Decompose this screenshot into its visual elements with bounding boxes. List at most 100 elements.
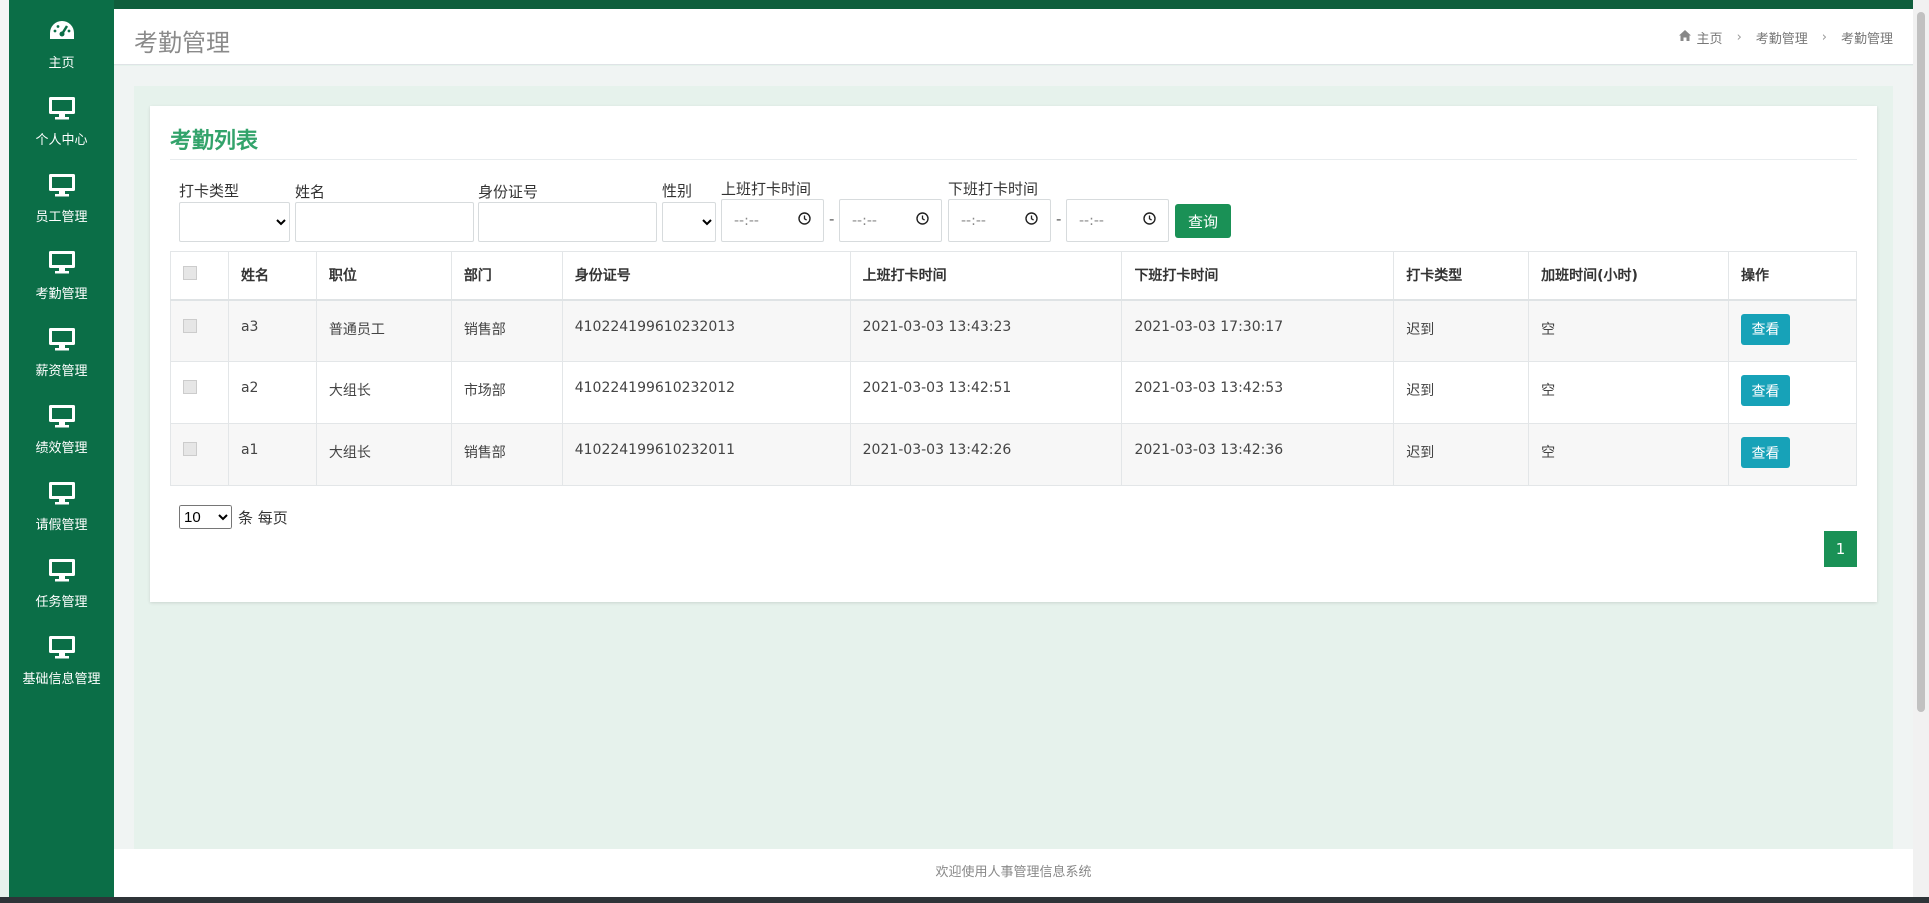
id-number-input[interactable] — [478, 202, 657, 242]
cell-overtime: 空 — [1528, 299, 1729, 362]
top-bar — [0, 0, 1929, 9]
monitor-icon — [46, 401, 78, 431]
breadcrumb-home-link[interactable]: 主页 — [1697, 28, 1723, 47]
cell-position: 普通员工 — [315, 299, 452, 362]
sidebar-item-performance[interactable]: 绩效管理 — [9, 385, 114, 462]
checkout-end-time-input[interactable]: --:-- — [1066, 199, 1169, 242]
page-title: 考勤管理 — [134, 29, 230, 57]
checkout-time-label: 下班打卡时间 — [948, 180, 1039, 198]
cell-actions: 查看 — [1727, 299, 1858, 362]
time-placeholder: --:-- — [734, 212, 759, 229]
os-taskbar — [0, 897, 1929, 903]
column-header[interactable]: 姓名 — [227, 251, 317, 301]
time-placeholder: --:-- — [961, 212, 986, 229]
monitor-icon — [46, 247, 78, 277]
gender-label: 性别 — [662, 182, 693, 200]
cell-department: 市场部 — [450, 361, 563, 424]
cell-id-number: 410224199610232012 — [561, 361, 851, 424]
cell-name: a1 — [227, 423, 317, 486]
cell-checkout-time: 2021-03-03 13:42:36 — [1121, 423, 1395, 486]
attendance-table: 姓名 职位 部门 身份证号 上班打卡时间 下班打卡时间 打卡类型 加班时间(小时… — [170, 251, 1858, 486]
cell-checkin-time: 2021-03-03 13:43:23 — [849, 299, 1123, 362]
column-header[interactable]: 加班时间(小时) — [1528, 251, 1729, 301]
select-all-checkbox[interactable] — [183, 266, 197, 281]
checkin-start-time-input[interactable]: --:-- — [721, 199, 824, 242]
cell-overtime: 空 — [1528, 423, 1729, 486]
cell-checkout-time: 2021-03-03 17:30:17 — [1121, 299, 1395, 362]
row-select-cell — [170, 423, 229, 486]
view-button[interactable]: 查看 — [1740, 437, 1790, 468]
range-dash: - — [1056, 210, 1062, 228]
cell-punch-type: 迟到 — [1393, 361, 1530, 424]
breadcrumb-separator-icon: › — [1736, 30, 1742, 45]
sidebar-item-salary[interactable]: 薪资管理 — [9, 308, 114, 385]
cell-department: 销售部 — [450, 423, 563, 486]
view-button[interactable]: 查看 — [1740, 313, 1790, 345]
pagination-page-button[interactable]: 1 — [1824, 531, 1857, 567]
breadcrumb-section-link[interactable]: 考勤管理 — [1756, 28, 1808, 47]
column-header[interactable]: 打卡类型 — [1393, 251, 1530, 301]
left-edge — [0, 0, 9, 870]
attendance-list-card: 考勤列表 打卡类型 姓名 身份证号 性别 上班打卡时间 下班打卡时间 --:--… — [150, 106, 1877, 602]
monitor-icon — [46, 324, 78, 354]
column-header[interactable]: 下班打卡时间 — [1121, 251, 1395, 301]
row-checkbox[interactable] — [183, 380, 197, 394]
sidebar-item-tasks[interactable]: 任务管理 — [9, 539, 114, 616]
sidebar-item-basic-info[interactable]: 基础信息管理 — [9, 616, 114, 693]
sidebar-item-label: 员工管理 — [35, 210, 88, 225]
cell-overtime: 空 — [1528, 361, 1729, 424]
row-checkbox[interactable] — [183, 442, 197, 456]
sidebar-item-label: 考勤管理 — [35, 287, 88, 302]
checkout-start-time-input[interactable]: --:-- — [948, 199, 1051, 242]
table-row: a2 大组长 市场部 410224199610232012 2021-03-03… — [170, 361, 1858, 424]
monitor-icon — [46, 632, 78, 662]
column-header[interactable]: 职位 — [315, 251, 452, 301]
cell-id-number: 410224199610232011 — [561, 423, 851, 486]
checkin-time-label: 上班打卡时间 — [721, 180, 812, 198]
clock-icon — [798, 212, 811, 229]
row-checkbox[interactable] — [183, 318, 197, 333]
monitor-icon — [46, 93, 78, 123]
cell-name: a2 — [227, 361, 317, 424]
query-button[interactable]: 查询 — [1175, 204, 1231, 238]
cell-checkout-time: 2021-03-03 13:42:53 — [1121, 361, 1395, 424]
punch-type-select[interactable] — [179, 202, 290, 242]
name-input[interactable] — [295, 202, 474, 242]
column-header[interactable]: 上班打卡时间 — [849, 251, 1123, 301]
breadcrumb-current: 考勤管理 — [1840, 32, 1893, 47]
table-header-row: 姓名 职位 部门 身份证号 上班打卡时间 下班打卡时间 打卡类型 加班时间(小时… — [170, 251, 1858, 301]
breadcrumb: 主页 › 考勤管理 › 考勤管理 — [1678, 28, 1893, 47]
page-size-suffix: 条 每页 — [238, 508, 288, 527]
page-header: 考勤管理 主页 › 考勤管理 › 考勤管理 — [114, 9, 1913, 65]
cell-actions: 查看 — [1727, 361, 1858, 424]
page-size-select[interactable]: 10 — [179, 505, 232, 529]
monitor-icon — [46, 555, 78, 585]
view-button[interactable]: 查看 — [1740, 375, 1790, 406]
range-dash: - — [829, 210, 835, 228]
sidebar-item-employees[interactable]: 员工管理 — [9, 154, 114, 231]
page-size-control: 10 条 每页 — [179, 505, 288, 529]
gender-select[interactable] — [662, 202, 716, 242]
sidebar-item-label: 请假管理 — [35, 518, 88, 533]
id-number-label: 身份证号 — [478, 183, 539, 201]
sidebar-item-profile[interactable]: 个人中心 — [9, 77, 114, 154]
time-placeholder: --:-- — [1079, 212, 1104, 229]
cell-punch-type: 迟到 — [1393, 423, 1530, 486]
cell-position: 大组长 — [315, 361, 452, 424]
select-all-cell — [170, 251, 229, 301]
clock-icon — [916, 212, 929, 229]
monitor-icon — [46, 170, 78, 200]
clock-icon — [1025, 212, 1038, 229]
sidebar-item-label: 任务管理 — [35, 595, 88, 610]
checkin-end-time-input[interactable]: --:-- — [839, 199, 942, 242]
scrollbar-thumb[interactable] — [1917, 12, 1925, 712]
breadcrumb-separator-icon: › — [1821, 30, 1827, 45]
column-header[interactable]: 身份证号 — [561, 251, 851, 301]
sidebar-item-attendance[interactable]: 考勤管理 — [9, 231, 114, 308]
column-header[interactable]: 部门 — [450, 251, 563, 301]
name-label: 姓名 — [295, 183, 326, 201]
sidebar-item-home[interactable]: 主页 — [9, 0, 114, 77]
vertical-scrollbar[interactable] — [1913, 0, 1929, 897]
sidebar-item-label: 薪资管理 — [35, 364, 88, 379]
sidebar-item-leave[interactable]: 请假管理 — [9, 462, 114, 539]
